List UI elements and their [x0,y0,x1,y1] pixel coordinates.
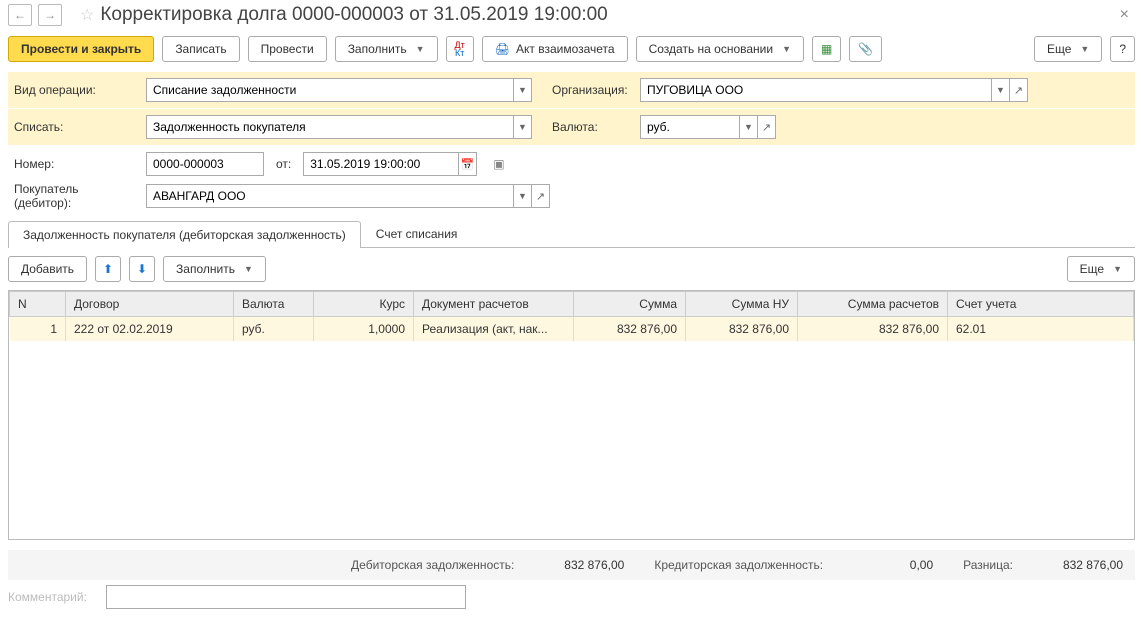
writeoff-dropdown[interactable]: ▼ [514,115,532,139]
col-sum[interactable]: Сумма [574,292,686,317]
print-icon: 🖨 [495,42,510,56]
fill-table-button[interactable]: Заполнить▼ [163,256,266,282]
currency-label: Валюта: [552,120,632,134]
buyer-dropdown[interactable]: ▼ [514,184,532,208]
doc-status-icon: ▣ [493,157,504,171]
col-contract[interactable]: Договор [66,292,234,317]
op-type-dropdown[interactable]: ▼ [514,78,532,102]
submit-button[interactable]: Провести [248,36,327,62]
act-button[interactable]: 🖨Акт взаимозачета [482,36,628,62]
from-label: от: [276,157,291,171]
fill-button[interactable]: Заполнить▼ [335,36,438,62]
submit-close-button[interactable]: Провести и закрыть [8,36,154,62]
arrow-up-icon: ⬆ [103,262,113,276]
currency-dropdown[interactable]: ▼ [740,115,758,139]
chevron-down-icon: ▼ [1113,264,1122,274]
create-based-button[interactable]: Создать на основании▼ [636,36,804,62]
calendar-button[interactable]: 📅 [459,152,477,176]
credit-label: Кредиторская задолженность: [654,558,823,572]
buyer-open-button[interactable]: ↗ [532,184,550,208]
table-more-button[interactable]: Еще▼ [1067,256,1135,282]
nav-forward-button[interactable]: → [38,4,62,26]
col-account[interactable]: Счет учета [948,292,1134,317]
tab-writeoff-account[interactable]: Счет списания [361,220,473,247]
col-rate[interactable]: Курс [314,292,414,317]
help-button[interactable]: ? [1110,36,1135,62]
diff-value: 832 876,00 [1043,558,1123,572]
diff-label: Разница: [963,558,1013,572]
comment-label-cut: Комментарий: [8,584,98,610]
op-type-input[interactable] [146,78,514,102]
more-button[interactable]: Еще▼ [1034,36,1102,62]
arrow-down-icon: ⬇ [137,262,147,276]
chevron-down-icon: ▼ [782,44,791,54]
number-label: Номер: [14,157,138,171]
debit-value: 832 876,00 [544,558,624,572]
number-input[interactable] [146,152,264,176]
col-sum-calc[interactable]: Сумма расчетов [798,292,948,317]
debit-label: Дебиторская задолженность: [351,558,514,572]
attach-button[interactable]: 📎 [849,36,882,62]
currency-open-button[interactable]: ↗ [758,115,776,139]
close-icon[interactable]: × [1114,6,1135,24]
add-row-button[interactable]: Добавить [8,256,87,282]
move-down-button[interactable]: ⬇ [129,256,155,282]
currency-input[interactable] [640,115,740,139]
writeoff-input[interactable] [146,115,514,139]
favorite-star-icon[interactable]: ☆ [80,5,94,25]
dtkt-button[interactable]: ДтКт [446,36,474,62]
structure-icon: ▦ [821,42,832,56]
date-input[interactable] [303,152,459,176]
comment-input[interactable] [106,585,466,609]
col-currency[interactable]: Валюта [234,292,314,317]
buyer-label: Покупатель (дебитор): [14,182,138,210]
buyer-input[interactable] [146,184,514,208]
calendar-icon: 📅 [461,158,475,171]
dtkt-icon: ДтКт [455,41,465,57]
org-dropdown[interactable]: ▼ [992,78,1010,102]
org-label: Организация: [552,83,632,97]
org-open-button[interactable]: ↗ [1010,78,1028,102]
page-title: Корректировка долга 0000-000003 от 31.05… [100,4,607,26]
record-button[interactable]: Записать [162,36,239,62]
structure-button[interactable]: ▦ [812,36,841,62]
nav-back-button[interactable]: ← [8,4,32,26]
tab-debt[interactable]: Задолженность покупателя (дебиторская за… [8,221,361,248]
table-row[interactable]: 1 222 от 02.02.2019 руб. 1,0000 Реализац… [10,317,1134,342]
org-input[interactable] [640,78,992,102]
chevron-down-icon: ▼ [1080,44,1089,54]
writeoff-label: Списать: [14,120,138,134]
chevron-down-icon: ▼ [244,264,253,274]
col-sum-nu[interactable]: Сумма НУ [686,292,798,317]
debt-table[interactable]: N Договор Валюта Курс Документ расчетов … [8,290,1135,540]
credit-value: 0,00 [853,558,933,572]
move-up-button[interactable]: ⬆ [95,256,121,282]
paperclip-icon: 📎 [858,42,873,56]
col-n[interactable]: N [10,292,66,317]
chevron-down-icon: ▼ [416,44,425,54]
col-doc[interactable]: Документ расчетов [414,292,574,317]
op-type-label: Вид операции: [14,83,138,97]
